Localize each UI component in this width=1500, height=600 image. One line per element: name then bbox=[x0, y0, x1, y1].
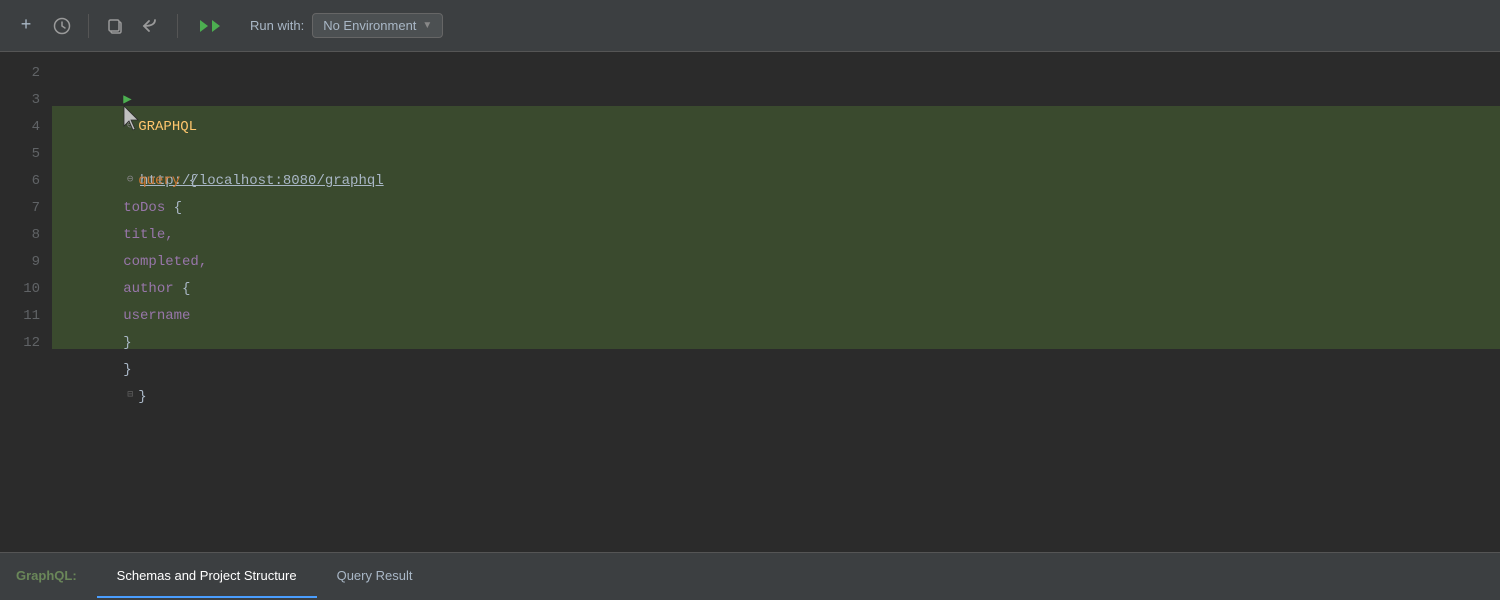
line-3-empty bbox=[52, 87, 1500, 114]
line-num-3: 3 bbox=[0, 87, 40, 114]
line-num-2: 2 bbox=[0, 60, 40, 87]
tab-active-indicator bbox=[97, 596, 317, 598]
line-num-5: 5 bbox=[0, 141, 40, 168]
copy-button[interactable] bbox=[101, 12, 129, 40]
tab-schemas[interactable]: Schemas and Project Structure bbox=[97, 553, 317, 600]
toolbar: + Run with: No Environment ▼ bbox=[0, 0, 1500, 52]
nav-back-button[interactable] bbox=[137, 12, 165, 40]
code-editor[interactable]: 2 3 4 5 6 7 8 9 10 11 12 ▶ ⊖GRAPHQL http… bbox=[0, 52, 1500, 552]
history-icon bbox=[53, 17, 71, 35]
fold-icon-end: ⊟ bbox=[123, 389, 137, 403]
author-start-line: author { bbox=[52, 222, 1500, 249]
line-numbers: 2 3 4 5 6 7 8 9 10 11 12 bbox=[0, 52, 52, 552]
add-button[interactable]: + bbox=[12, 12, 40, 40]
todos-end-line: } bbox=[52, 303, 1500, 330]
nav-back-icon bbox=[141, 17, 161, 35]
copy-icon bbox=[106, 17, 124, 35]
run-button[interactable] bbox=[190, 12, 234, 40]
chevron-down-icon: ▼ bbox=[422, 20, 432, 31]
history-button[interactable] bbox=[48, 12, 76, 40]
title-field-line: title, bbox=[52, 168, 1500, 195]
divider-2 bbox=[177, 14, 178, 38]
graphql-label: GraphQL: bbox=[0, 553, 97, 600]
line-num-8: 8 bbox=[0, 222, 40, 249]
line-num-10: 10 bbox=[0, 276, 40, 303]
tab-query-result[interactable]: Query Result bbox=[317, 553, 433, 600]
bottom-tabs: GraphQL: Schemas and Project Structure Q… bbox=[0, 552, 1500, 600]
line-num-4: 4 bbox=[0, 114, 40, 141]
code-content[interactable]: ▶ ⊖GRAPHQL http://localhost:8080/graphql… bbox=[52, 52, 1500, 552]
environment-dropdown[interactable]: No Environment ▼ bbox=[312, 13, 443, 38]
line-num-9: 9 bbox=[0, 249, 40, 276]
run-with-label: Run with: bbox=[250, 18, 304, 33]
completed-field-line: completed, bbox=[52, 195, 1500, 222]
run-icon bbox=[198, 17, 226, 35]
line-num-12: 12 bbox=[0, 330, 40, 357]
query-end-line: ⊟} bbox=[52, 330, 1500, 357]
line-num-6: 6 bbox=[0, 168, 40, 195]
editor-area: 2 3 4 5 6 7 8 9 10 11 12 ▶ ⊖GRAPHQL http… bbox=[0, 52, 1500, 552]
todos-start-line: toDos { bbox=[52, 141, 1500, 168]
divider-1 bbox=[88, 14, 89, 38]
query-start-line: ⊖query { bbox=[52, 114, 1500, 141]
line-num-7: 7 bbox=[0, 195, 40, 222]
graphql-header-line: ▶ ⊖GRAPHQL http://localhost:8080/graphql bbox=[52, 60, 1500, 87]
username-field-line: username bbox=[52, 249, 1500, 276]
line-num-11: 11 bbox=[0, 303, 40, 330]
author-end-line: } bbox=[52, 276, 1500, 303]
